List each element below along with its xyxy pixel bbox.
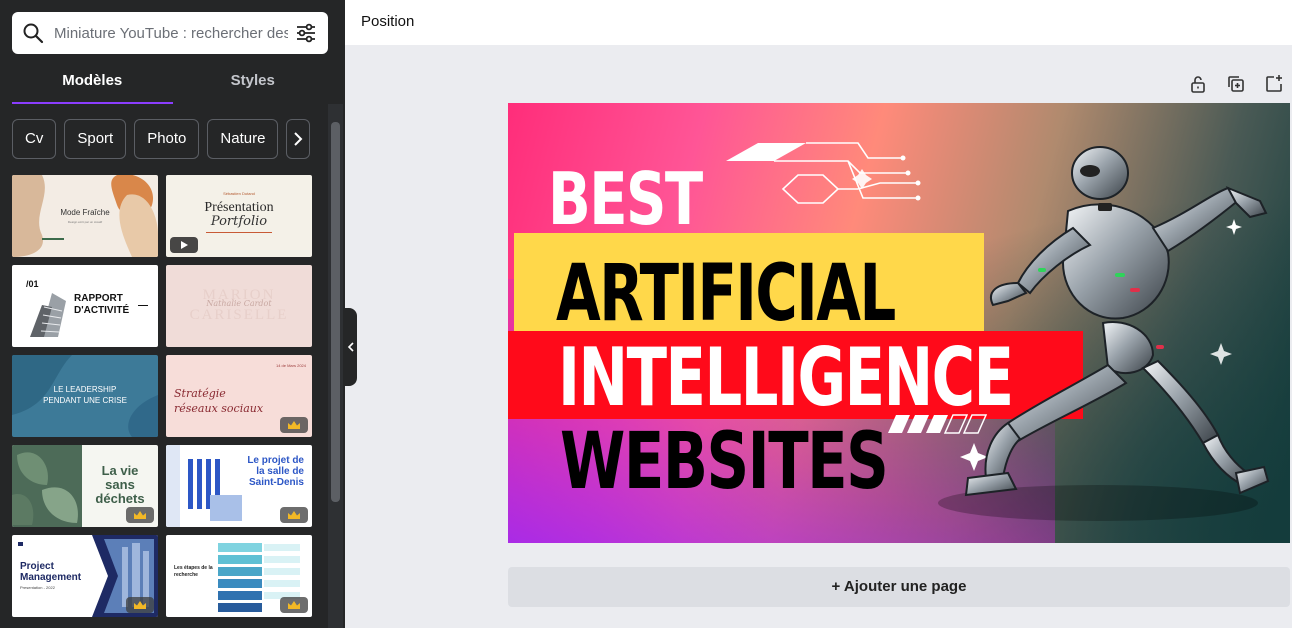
template-projet-saint-denis[interactable]: Le projet de la salle de Saint-Denis xyxy=(166,445,312,527)
template-leadership[interactable]: LE LEADERSHIP PENDANT UNE CRISE xyxy=(12,355,158,437)
template-vie-sans-dechets[interactable]: La vie sans déchets xyxy=(12,445,158,527)
panel-tabs: Modèles Styles xyxy=(12,62,333,104)
template-dechets-title2: sans xyxy=(105,477,135,492)
headline-artificial: ARTIFICIAL xyxy=(556,249,896,339)
add-page-icon[interactable] xyxy=(1264,74,1284,94)
search-input[interactable] xyxy=(54,24,288,42)
tab-modeles[interactable]: Modèles xyxy=(12,62,173,104)
play-icon xyxy=(170,237,198,253)
template-presentation-portfolio[interactable]: Sébastien Dutand Présentation Portfolio xyxy=(166,175,312,257)
category-chips: Cv Sport Photo Nature xyxy=(12,119,311,159)
template-leadership-title2: PENDANT UNE CRISE xyxy=(43,396,127,405)
crown-icon xyxy=(126,507,154,523)
chevron-left-icon xyxy=(347,342,354,352)
add-page-button[interactable]: + Ajouter une page xyxy=(508,567,1290,607)
template-strategie-reseaux[interactable]: 14 de Mars 2024 Stratégie réseaux sociau… xyxy=(166,355,312,437)
crown-icon xyxy=(280,417,308,433)
filter-icon[interactable] xyxy=(294,21,318,45)
template-strategie-title1: Stratégie xyxy=(174,387,226,400)
template-rapport-title1: RAPPORT xyxy=(74,293,123,304)
template-saint-denis-title1: Le projet de xyxy=(247,455,304,466)
template-mode-fraiche-title: Mode Fraîche xyxy=(60,208,110,217)
crown-icon xyxy=(280,507,308,523)
template-dechets-title1: La vie xyxy=(101,463,139,478)
editor-toolbar: Position xyxy=(345,0,1292,45)
panel-scrollbar[interactable] xyxy=(328,104,343,628)
search-bar[interactable] xyxy=(12,12,328,54)
template-mode-fraiche[interactable]: Mode Fraîche Design écrit par un créatif xyxy=(12,175,158,257)
template-rapport-building xyxy=(30,293,66,337)
template-grid: Mode Fraîche Design écrit par un créatif… xyxy=(12,175,312,617)
template-saint-denis-title3: Saint-Denis xyxy=(248,477,304,488)
design-canvas[interactable]: BEST ARTIFICIAL INTELLIGENCE WEBSITES xyxy=(508,103,1290,543)
headline-intelligence: INTELLIGENCE xyxy=(558,331,1014,424)
template-leadership-title1: LE LEADERSHIP xyxy=(53,385,117,394)
template-project-management[interactable]: Project Management Presentation - 2022 xyxy=(12,535,158,617)
side-panel: Modèles Styles Cv Sport Photo Nature Mod… xyxy=(0,0,345,628)
template-portfolio-line xyxy=(206,232,272,233)
template-pm-title2: Management xyxy=(20,572,82,583)
template-pm-title1: Project xyxy=(20,561,54,572)
duplicate-icon[interactable] xyxy=(1226,74,1246,94)
panel-scrollbar-thumb[interactable] xyxy=(331,122,340,502)
crown-icon xyxy=(126,597,154,613)
template-dechets-title3: déchets xyxy=(95,491,145,506)
search-icon xyxy=(22,22,44,44)
template-mode-fraiche-sub: Design écrit par un créatif xyxy=(67,220,103,224)
template-rapport-title2: D'ACTIVITÉ xyxy=(74,305,130,316)
chip-sport[interactable]: Sport xyxy=(64,119,127,159)
template-strategie-title2: réseaux sociaux xyxy=(174,402,264,415)
template-marion-cariselle[interactable]: MARION CARISELLE Nathalie Cardot xyxy=(166,265,312,347)
chip-nature[interactable]: Nature xyxy=(207,119,279,159)
chip-cv[interactable]: Cv xyxy=(12,119,57,159)
position-button[interactable]: Position xyxy=(361,13,414,30)
chip-photo[interactable]: Photo xyxy=(134,119,200,159)
template-portfolio-top: Sébastien Dutand xyxy=(223,191,255,196)
headline-best: BEST xyxy=(548,157,703,241)
template-etapes-recherche[interactable]: Les étapes de la recherche xyxy=(166,535,312,617)
chips-next-button[interactable] xyxy=(286,119,311,159)
template-marion-title2: CARISELLE xyxy=(189,307,289,323)
template-portfolio-script: Portfolio xyxy=(210,214,268,229)
page-tools xyxy=(1188,74,1284,94)
template-dechets-leaves xyxy=(12,445,82,527)
template-saint-denis-title2: la salle de xyxy=(256,466,304,477)
template-rapport-dash xyxy=(138,305,148,306)
crown-icon xyxy=(280,597,308,613)
headline-websites: WEBSITES xyxy=(560,417,889,507)
tab-styles[interactable]: Styles xyxy=(173,62,334,104)
template-rapport-activite[interactable]: /01 RAPPORT D'ACTIVITÉ xyxy=(12,265,158,347)
collapse-panel-button[interactable] xyxy=(345,308,357,386)
template-strategie-date: 14 de Mars 2024 xyxy=(275,363,306,368)
template-marion-script: Nathalie Cardot xyxy=(206,299,272,308)
lock-icon[interactable] xyxy=(1188,74,1208,94)
template-pm-sub: Presentation - 2022 xyxy=(20,585,55,590)
chevron-right-icon xyxy=(294,132,303,146)
